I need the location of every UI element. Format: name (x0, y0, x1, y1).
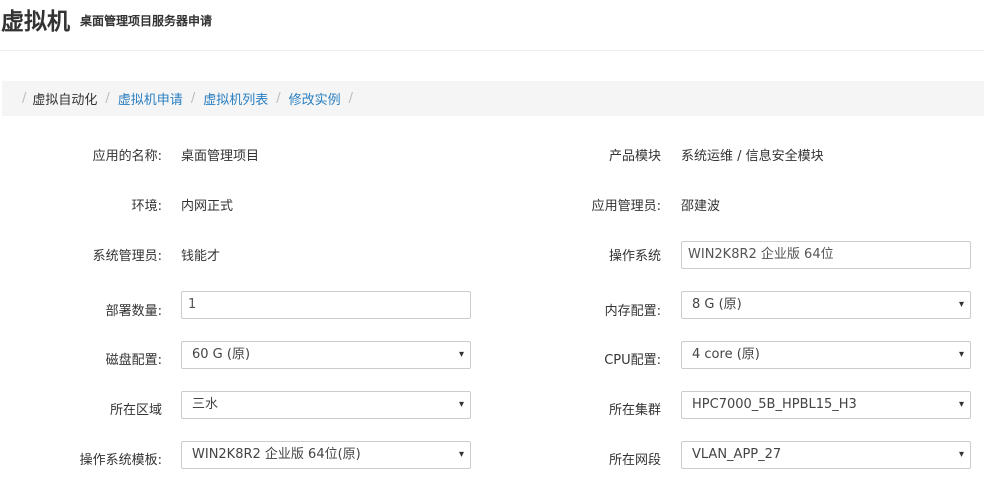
breadcrumb-separator: / (105, 91, 110, 106)
cluster-select[interactable]: HPC7000_5B_HPBL15_H3 ▾ (681, 391, 971, 419)
os-template-label: 操作系统模板: (79, 453, 162, 468)
memory-select[interactable]: 8 G (原) ▾ (681, 291, 971, 319)
environment-label: 环境: (131, 199, 162, 214)
breadcrumb-separator: / (22, 91, 27, 106)
memory-label: 内存配置: (604, 304, 661, 319)
app-name-value: 桌面管理项目 (181, 149, 260, 164)
page-header: 虚拟机 桌面管理项目服务器申请 (0, 0, 984, 51)
chevron-down-icon: ▾ (958, 449, 964, 460)
zone-select[interactable]: 三水 ▾ (181, 391, 471, 419)
network-label: 所在网段 (608, 453, 661, 468)
os-template-select-value: WIN2K8R2 企业版 64位(原) (192, 447, 361, 462)
app-admin-value: 邵建波 (681, 199, 721, 214)
os-template-select[interactable]: WIN2K8R2 企业版 64位(原) ▾ (181, 441, 471, 469)
zone-select-value: 三水 (192, 397, 219, 412)
product-module-label: 产品模块 (608, 149, 661, 164)
breadcrumb-link-edit-instance[interactable]: 修改实例 (289, 89, 341, 108)
zone-label: 所在区域 (109, 403, 162, 418)
breadcrumb-separator: / (348, 91, 354, 106)
os-label: 操作系统 (608, 249, 661, 264)
app-admin-label: 应用管理员: (591, 199, 661, 214)
cpu-select-value: 4 core (原) (692, 347, 760, 362)
disk-select[interactable]: 60 G (原) ▾ (181, 341, 471, 369)
deploy-count-label: 部署数量: (105, 304, 162, 319)
disk-label: 磁盘配置: (105, 353, 162, 368)
sys-admin-label: 系统管理员: (92, 249, 162, 264)
breadcrumb-separator: / (276, 91, 281, 106)
os-field[interactable]: WIN2K8R2 企业版 64位 (681, 241, 971, 269)
product-module-value: 系统运维 / 信息安全模块 (681, 149, 824, 164)
network-select[interactable]: VLAN_APP_27 ▾ (681, 441, 971, 469)
environment-value: 内网正式 (181, 199, 234, 214)
chevron-down-icon: ▾ (958, 299, 964, 310)
breadcrumb-item-virtual-automation: 虚拟自动化 (32, 93, 98, 108)
page-title: 虚拟机 (1, 9, 70, 35)
chevron-down-icon: ▾ (958, 349, 964, 360)
chevron-down-icon: ▾ (958, 399, 964, 410)
cpu-label: CPU配置: (604, 353, 661, 368)
cpu-select[interactable]: 4 core (原) ▾ (681, 341, 971, 369)
disk-select-value: 60 G (原) (192, 347, 251, 362)
cluster-select-value: HPC7000_5B_HPBL15_H3 (692, 397, 857, 412)
network-select-value: VLAN_APP_27 (692, 447, 782, 462)
sys-admin-value: 钱能才 (181, 249, 221, 264)
breadcrumb: / 虚拟自动化 / 虚拟机申请 / 虚拟机列表 / 修改实例 / (2, 81, 984, 116)
cluster-label: 所在集群 (608, 403, 661, 418)
breadcrumb-link-vm-list[interactable]: 虚拟机列表 (203, 89, 268, 108)
breadcrumb-separator: / (190, 91, 196, 106)
app-name-label: 应用的名称: (92, 149, 162, 164)
breadcrumb-link-vm-request[interactable]: 虚拟机申请 (118, 89, 183, 108)
memory-select-value: 8 G (原) (692, 297, 742, 312)
deploy-count-input[interactable]: 1 (181, 291, 471, 319)
page-subtitle: 桌面管理项目服务器申请 (80, 14, 213, 28)
